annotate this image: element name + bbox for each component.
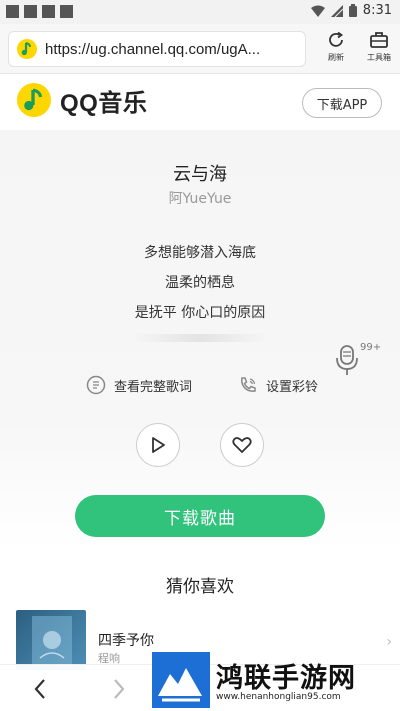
rec-song-title: 四季予你 <box>98 633 154 649</box>
notification-icon <box>60 5 73 18</box>
back-button[interactable] <box>24 673 56 705</box>
full-lyrics-button[interactable]: 查看完整歌词 <box>86 375 192 395</box>
toolbox-button[interactable]: 工具箱 <box>361 30 397 68</box>
forward-arrow-icon <box>114 679 125 699</box>
download-song-button[interactable]: 下载歌曲 <box>75 495 325 537</box>
watermark-logo-icon <box>152 652 210 708</box>
toolbox-icon <box>370 32 388 48</box>
lyric-fade <box>130 334 270 342</box>
forward-button[interactable] <box>103 673 135 705</box>
play-icon <box>152 437 165 453</box>
recommend-section-title: 猜你喜欢 <box>166 577 234 597</box>
notification-icon <box>42 5 55 18</box>
play-button[interactable] <box>136 423 180 467</box>
refresh-icon <box>329 31 344 47</box>
watermark-title: 鸿联手游网 <box>216 663 356 694</box>
heart-icon <box>232 437 252 453</box>
url-text: https://ug.channel.qq.com/ugA... <box>45 40 261 58</box>
status-bar: 8:31 <box>0 0 400 24</box>
battery-icon <box>348 4 357 17</box>
notification-icon <box>6 5 19 18</box>
album-cover <box>16 610 86 670</box>
watermark: 鸿联手游网 www.henanhonglian95.com <box>152 652 392 708</box>
download-app-button[interactable]: 下载APP <box>302 88 382 118</box>
brand-name: QQ音乐 <box>60 89 148 117</box>
lyric-line: 多想能够潜入海底 <box>144 245 256 261</box>
full-lyrics-label: 查看完整歌词 <box>114 379 193 395</box>
set-ringtone-button[interactable]: 设置彩铃 <box>238 375 318 395</box>
karaoke-button[interactable]: 99+ <box>334 342 382 382</box>
browser-address-bar: https://ug.channel.qq.com/ugA... 刷新 工具箱 <box>0 24 400 74</box>
signal-icon <box>330 4 343 17</box>
lyric-line: 是抚平 你心口的原因 <box>134 305 266 321</box>
song-panel: 云与海 阿YueYue 多想能够潜入海底 温柔的栖息 是抚平 你心口的原因 99… <box>0 130 400 550</box>
lyric-line: 温柔的栖息 <box>165 275 235 291</box>
refresh-button[interactable]: 刷新 <box>318 30 354 68</box>
ringtone-phone-icon <box>241 377 256 392</box>
url-field[interactable]: https://ug.channel.qq.com/ugA... <box>8 31 306 67</box>
back-arrow-icon <box>34 679 45 699</box>
chevron-right-icon: › <box>386 634 392 650</box>
album-cover-art <box>32 616 72 666</box>
qq-music-logo-icon <box>17 83 51 117</box>
toolbox-label: 工具箱 <box>367 53 391 62</box>
brand-logo[interactable]: QQ音乐 <box>16 82 147 118</box>
refresh-label: 刷新 <box>328 53 344 62</box>
microphone-icon <box>336 345 358 375</box>
karaoke-count-badge: 99+ <box>360 342 382 353</box>
lyrics-icon <box>86 375 106 395</box>
notification-icon <box>24 5 37 18</box>
qq-music-favicon <box>17 39 37 59</box>
set-ringtone-label: 设置彩铃 <box>266 379 319 395</box>
song-title: 云与海 <box>173 164 227 185</box>
song-artist[interactable]: 阿YueYue <box>0 188 400 208</box>
app-header: QQ音乐 下载APP <box>0 74 400 130</box>
wifi-icon <box>310 5 325 17</box>
watermark-url: www.henanhonglian95.com <box>216 692 341 702</box>
favorite-button[interactable] <box>220 423 264 467</box>
clock: 8:31 <box>362 3 392 18</box>
